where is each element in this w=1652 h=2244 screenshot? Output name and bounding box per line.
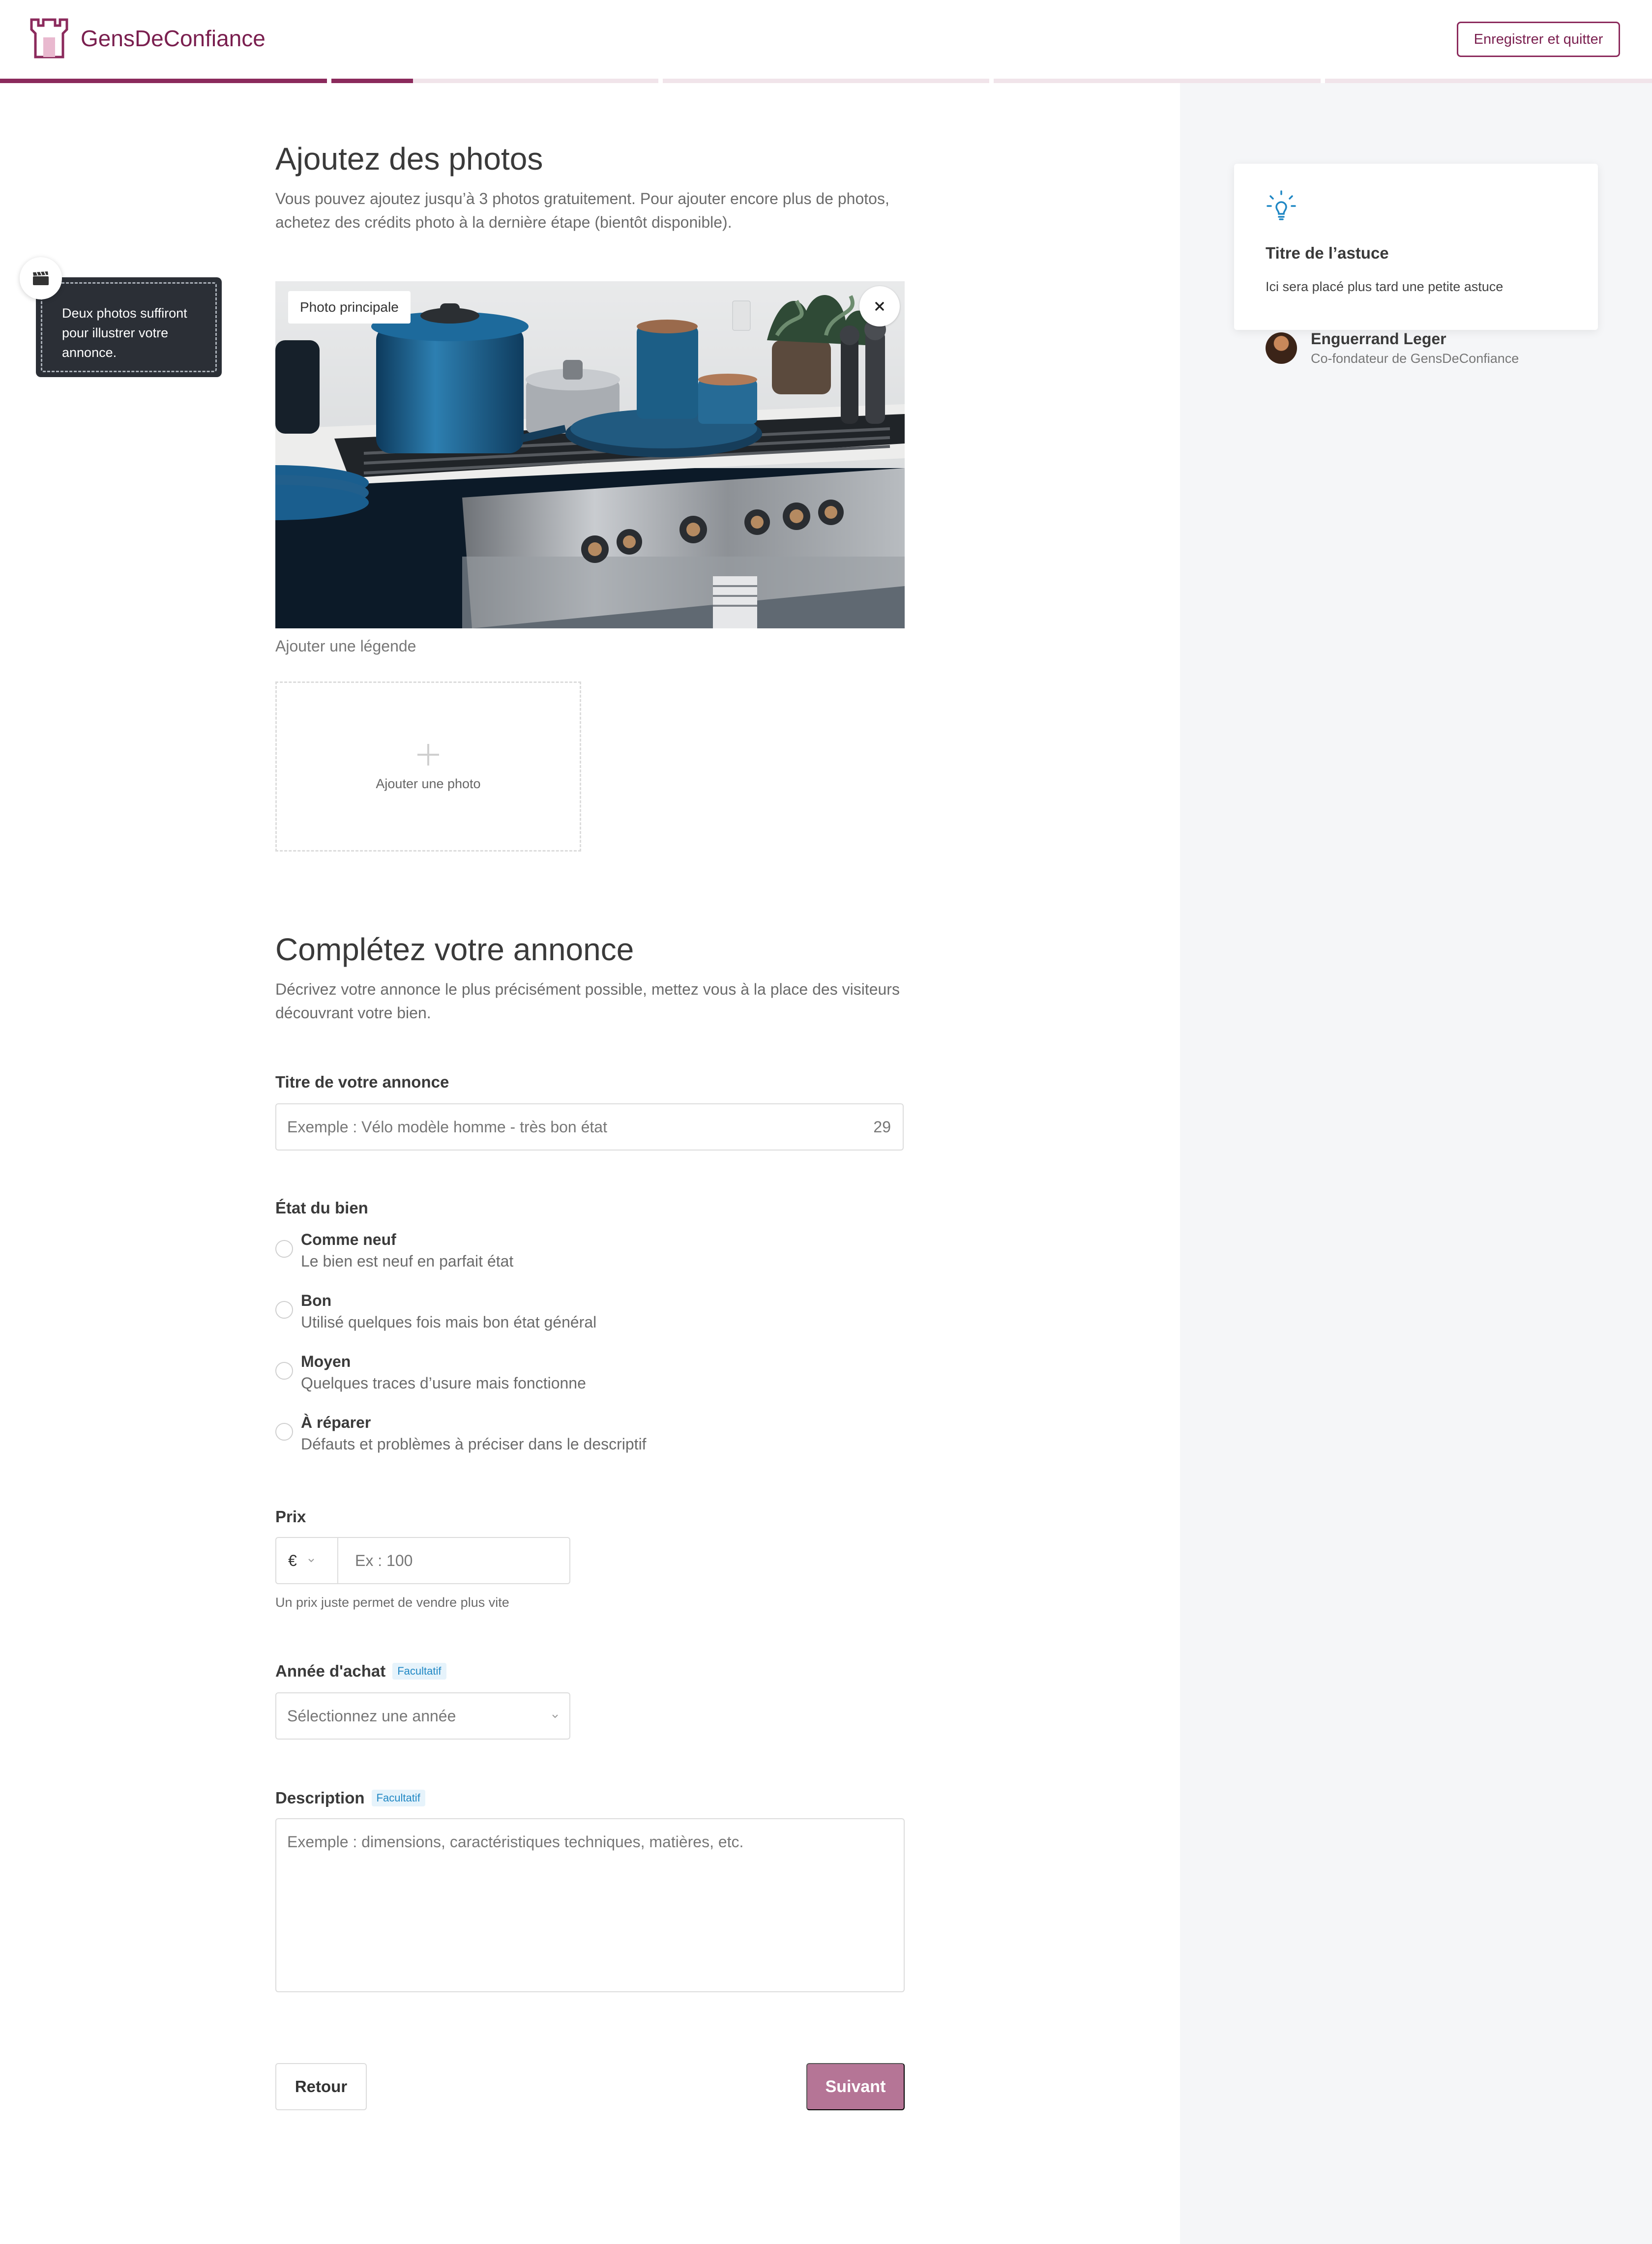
top-bar: GensDeConfiance Enregistrer et quitter xyxy=(0,0,1652,79)
chevron-down-icon xyxy=(552,1714,558,1718)
step-progress xyxy=(0,79,1652,83)
condition-title: Bon xyxy=(301,1292,332,1309)
main-photo-badge: Photo principale xyxy=(288,291,411,324)
brand-logo[interactable]: GensDeConfiance xyxy=(30,18,266,59)
avatar xyxy=(1266,332,1297,364)
add-photo-label: Ajouter une photo xyxy=(376,776,481,791)
next-button[interactable]: Suivant xyxy=(806,2063,905,2110)
photos-section-title: Ajoutez des photos xyxy=(275,141,543,177)
radio-button[interactable] xyxy=(275,1240,293,1258)
description-label: Description Facultatif xyxy=(275,1789,425,1807)
back-button[interactable]: Retour xyxy=(275,2063,367,2110)
tip-title: Titre de l’astuce xyxy=(1266,244,1389,262)
progress-step-1-fill xyxy=(0,79,327,83)
author-role: Co-fondateur de GensDeConfiance xyxy=(1311,351,1519,366)
price-field-group: € Ex : 100 xyxy=(275,1537,570,1584)
price-help-text: Un prix juste permet de vendre plus vite xyxy=(275,1595,509,1610)
purchase-year-select[interactable]: Sélectionnez une année xyxy=(275,1692,570,1740)
currency-value: € xyxy=(288,1551,297,1569)
condition-description: Quelques traces d’usure mais fonctionne xyxy=(301,1374,586,1392)
lightbulb-icon xyxy=(1267,190,1296,220)
condition-option-a-reparer[interactable]: À réparer Défauts et problèmes à précise… xyxy=(275,1412,647,1455)
radio-text: Bon Utilisé quelques fois mais bon état … xyxy=(301,1290,596,1333)
title-field[interactable]: Exemple : Vélo modèle homme - très bon é… xyxy=(275,1103,904,1151)
plus-icon xyxy=(417,743,439,766)
tip-text: Ici sera placé plus tard une petite astu… xyxy=(1266,279,1504,294)
author-info: Enguerrand Leger Co-fondateur de GensDeC… xyxy=(1311,330,1519,366)
title-char-counter: 29 xyxy=(873,1118,891,1136)
tip-card: Titre de l’astuce Ici sera placé plus ta… xyxy=(1234,164,1598,366)
price-label: Prix xyxy=(275,1507,306,1526)
optional-badge: Facultatif xyxy=(371,1790,425,1806)
price-input[interactable]: Ex : 100 xyxy=(355,1552,413,1570)
listing-section-title: Complétez votre annonce xyxy=(275,932,634,967)
main-photo[interactable]: Photo principale xyxy=(275,281,905,628)
radio-button[interactable] xyxy=(275,1423,293,1441)
condition-option-bon[interactable]: Bon Utilisé quelques fois mais bon état … xyxy=(275,1290,596,1333)
listing-section-subtitle: Décrivez votre annonce le plus préciséme… xyxy=(275,980,900,1022)
condition-option-comme-neuf[interactable]: Comme neuf Le bien est neuf en parfait é… xyxy=(275,1229,513,1272)
photo-hint-tooltip: Deux photos suffiront pour illustrer vot… xyxy=(36,277,222,377)
tips-sidebar: Titre de l’astuce Ici sera placé plus ta… xyxy=(1180,83,1652,2244)
clapperboard-icon xyxy=(20,257,62,299)
photo-hint-text: Deux photos suffiront pour illustrer vot… xyxy=(41,282,217,372)
condition-description: Le bien est neuf en parfait état xyxy=(301,1252,514,1270)
kitchen-stove-image xyxy=(275,281,905,628)
progress-step-2-fill xyxy=(331,79,413,83)
radio-button[interactable] xyxy=(275,1301,293,1319)
tip-author: Enguerrand Leger Co-fondateur de GensDeC… xyxy=(1266,330,1566,366)
description-label-text: Description xyxy=(275,1789,365,1807)
add-photo-button[interactable]: Ajouter une photo xyxy=(275,681,581,852)
radio-text: Comme neuf Le bien est neuf en parfait é… xyxy=(301,1229,513,1272)
progress-step-1 xyxy=(0,79,327,83)
title-field-label: Titre de votre annonce xyxy=(275,1073,449,1091)
castle-logo-icon xyxy=(30,18,68,59)
progress-step-2 xyxy=(331,79,658,83)
chevron-down-icon xyxy=(308,1559,314,1563)
progress-step-5 xyxy=(1325,79,1652,83)
condition-title: Moyen xyxy=(301,1353,351,1370)
purchase-year-label-text: Année d'achat xyxy=(275,1662,386,1680)
brand-name: GensDeConfiance xyxy=(81,26,266,51)
radio-text: À réparer Défauts et problèmes à précise… xyxy=(301,1412,647,1455)
condition-description: Défauts et problèmes à préciser dans le … xyxy=(301,1435,647,1453)
photo-caption-input[interactable]: Ajouter une légende xyxy=(275,637,416,655)
save-and-quit-button[interactable]: Enregistrer et quitter xyxy=(1457,22,1620,57)
description-placeholder: Exemple : dimensions, caractéristiques t… xyxy=(287,1833,744,1851)
photos-section-subtitle: Vous pouvez ajoutez jusqu’à 3 photos gra… xyxy=(275,190,889,231)
currency-select[interactable]: € xyxy=(276,1538,338,1583)
close-icon xyxy=(875,302,884,311)
condition-description: Utilisé quelques fois mais bon état géné… xyxy=(301,1313,597,1331)
purchase-year-placeholder: Sélectionnez une année xyxy=(287,1707,456,1725)
progress-step-3 xyxy=(662,79,990,83)
optional-badge: Facultatif xyxy=(392,1663,446,1680)
condition-title: Comme neuf xyxy=(301,1231,396,1248)
remove-photo-button[interactable] xyxy=(859,286,900,326)
radio-button[interactable] xyxy=(275,1362,293,1380)
description-textarea[interactable]: Exemple : dimensions, caractéristiques t… xyxy=(275,1818,905,1992)
condition-option-moyen[interactable]: Moyen Quelques traces d’usure mais fonct… xyxy=(275,1351,586,1394)
author-name: Enguerrand Leger xyxy=(1311,330,1446,348)
purchase-year-label: Année d'achat Facultatif xyxy=(275,1662,446,1681)
radio-text: Moyen Quelques traces d’usure mais fonct… xyxy=(301,1351,586,1394)
progress-step-4 xyxy=(994,79,1321,83)
condition-title: À réparer xyxy=(301,1414,371,1431)
condition-label: État du bien xyxy=(275,1199,368,1217)
title-field-placeholder: Exemple : Vélo modèle homme - très bon é… xyxy=(287,1118,607,1136)
